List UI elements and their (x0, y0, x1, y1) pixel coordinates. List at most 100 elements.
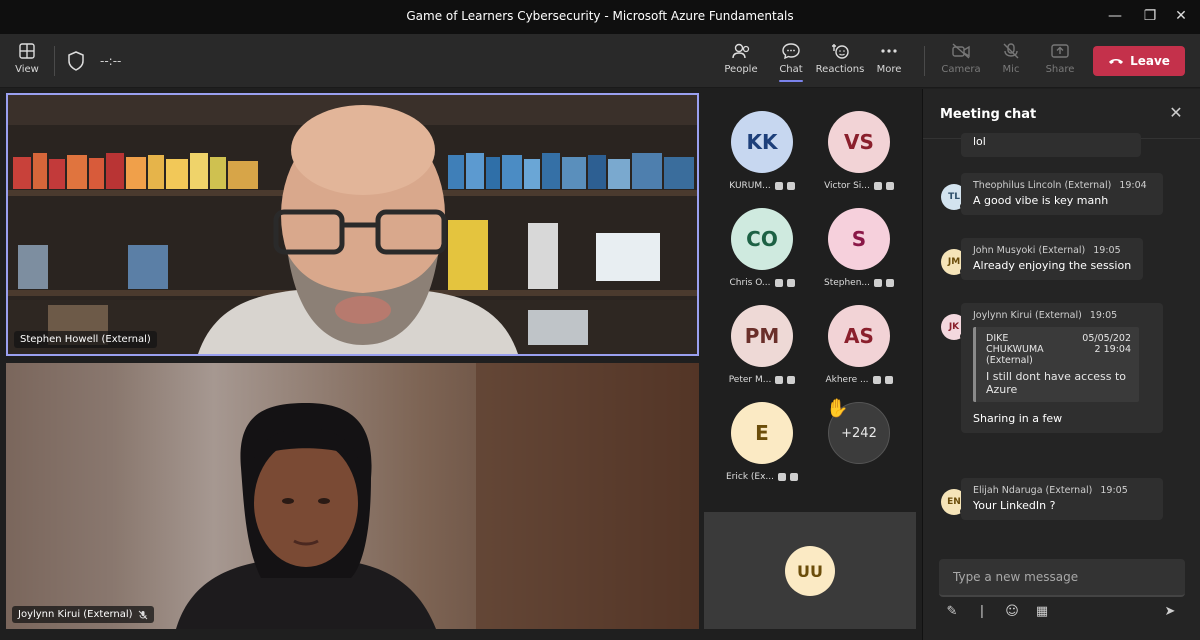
more-label: More (876, 64, 902, 75)
participant-tile-name: Peter M... (717, 375, 807, 385)
overflow-participants-tile[interactable]: +242 ✋ (814, 398, 904, 492)
avatar: PM (731, 305, 793, 367)
message-time: 19:05 (1093, 245, 1121, 256)
share-label: Share (1045, 64, 1075, 75)
message-time: 19:04 (1119, 180, 1147, 191)
video-stage: Stephen Howell (External) Joylynn Kirui … (0, 89, 922, 640)
message-time: 19:05 (1089, 310, 1118, 321)
participant-name: Joylynn Kirui (External) (18, 609, 133, 620)
participant-tile-name: Akhere ... (814, 375, 904, 385)
participant-tile[interactable]: VS Victor Si... (814, 111, 904, 201)
avatar: UU (785, 546, 835, 596)
people-button[interactable]: People (714, 42, 768, 75)
chat-message-text: A good vibe is key manh (973, 194, 1109, 207)
chat-icon (782, 43, 800, 60)
video-feed (8, 95, 697, 354)
sender-name: Theophilus Lincoln (External) (973, 180, 1112, 191)
reactions-label: Reactions (815, 64, 865, 75)
chat-message-text: Already enjoying the session (973, 259, 1132, 272)
mic-off-icon (886, 279, 895, 287)
participant-tile[interactable]: PM Peter M... (717, 305, 807, 395)
mic-off-icon (885, 182, 894, 190)
chat-message-text: lol (973, 135, 986, 148)
participant-tile[interactable]: CO Chris O... (717, 208, 807, 298)
participant-name: Stephen Howell (External) (20, 334, 151, 345)
camera-off-icon (874, 279, 883, 287)
toolbar-divider (924, 46, 925, 76)
chat-message: Theophilus Lincoln (External) 19:04 A goo… (961, 173, 1163, 215)
camera-button[interactable]: Camera (934, 42, 988, 75)
leave-label: Leave (1130, 54, 1170, 68)
camera-off-icon (872, 376, 881, 384)
avatar: E (731, 402, 793, 464)
mic-off-icon (1003, 43, 1019, 59)
toolbar-divider (54, 46, 55, 76)
format-icon[interactable]: ✎ (943, 603, 961, 621)
chat-message: Joylynn Kirui (External) 19:05 DIKE 05/05/… (961, 303, 1163, 433)
camera-off-icon (774, 182, 783, 190)
more-button[interactable]: More (862, 42, 916, 75)
sticker-icon[interactable]: ▦ (1033, 603, 1051, 621)
camera-off-icon (775, 376, 784, 384)
hang-up-icon (1109, 59, 1124, 64)
video-tile-stephen-howell[interactable]: Stephen Howell (External) (6, 93, 699, 356)
sender-name: John Musyoki (External) (973, 245, 1086, 256)
participant-tile-name: Stephen... (814, 278, 904, 288)
attach-icon[interactable]: ❘ (973, 603, 991, 621)
mic-button[interactable]: Mic (984, 42, 1038, 75)
mic-off-icon (787, 376, 796, 384)
close-icon[interactable]: ✕ (1167, 104, 1185, 122)
close-window-icon[interactable]: ✕ (1172, 7, 1190, 25)
camera-off-icon (952, 43, 970, 59)
quoted-text: I still dont have access to Azure (986, 370, 1127, 396)
send-icon[interactable]: ➤ (1161, 603, 1179, 621)
minimize-icon[interactable]: — (1106, 7, 1124, 25)
shield-icon[interactable] (66, 50, 86, 76)
participant-tile[interactable]: AS Akhere ... (814, 305, 904, 395)
avatar: VS (828, 111, 890, 173)
avatar: S (828, 208, 890, 270)
avatar: KK (731, 111, 793, 173)
compose-box[interactable] (939, 559, 1185, 597)
camera-off-icon (873, 182, 882, 190)
sender-name: Joylynn Kirui (External) (973, 310, 1082, 321)
mic-label: Mic (1002, 64, 1020, 75)
video-tile-joylynn-kirui[interactable]: Joylynn Kirui (External) (6, 363, 699, 629)
avatar: CO (731, 208, 793, 270)
chat-header: Meeting chat ✕ (923, 89, 1200, 139)
meeting-toolbar: View --:-- People Chat Reactions More Ca… (0, 34, 1200, 88)
video-name-tag: Stephen Howell (External) (14, 331, 157, 348)
chat-message-text: Sharing in a few (973, 412, 1063, 425)
raised-hand-icon: ✋ (826, 398, 849, 419)
emoji-icon[interactable]: ☺ (1003, 603, 1021, 621)
mic-off-icon (786, 279, 795, 287)
view-button[interactable]: View (0, 42, 54, 75)
meeting-timer: --:-- (100, 54, 122, 68)
chat-button[interactable]: Chat (764, 42, 818, 82)
title-bar: Game of Learners Cybersecurity - Microso… (0, 0, 1200, 34)
chat-message: lol (961, 133, 1141, 157)
video-feed (6, 363, 699, 629)
participant-tile-name: KURUM... (717, 181, 807, 191)
self-video-tile[interactable]: UU (704, 512, 916, 629)
share-button[interactable]: Share (1033, 42, 1087, 75)
leave-button[interactable]: Leave (1093, 46, 1185, 76)
quoted-reply[interactable]: DIKE 05/05/202 CHUKWUMA 2 19:04 (External)… (973, 327, 1139, 402)
view-label: View (15, 64, 39, 75)
more-icon (881, 49, 897, 53)
people-label: People (724, 64, 758, 75)
participant-tile-name: Victor Si... (814, 181, 904, 191)
camera-off-icon (774, 279, 783, 287)
camera-off-icon (778, 473, 786, 481)
mic-off-icon (884, 376, 893, 384)
video-name-tag: Joylynn Kirui (External) (12, 606, 154, 623)
mic-muted-icon (138, 610, 147, 619)
maximize-icon[interactable]: ❐ (1141, 7, 1159, 25)
participant-tile[interactable]: KK KURUM... (717, 111, 807, 201)
reactions-button[interactable]: Reactions (813, 42, 867, 75)
participant-tile[interactable]: S Stephen... (814, 208, 904, 298)
meeting-chat-panel: Meeting chat ✕ lol TL Theophilus Lincoln… (922, 89, 1200, 640)
participant-tile[interactable]: E Erick (Ex... (717, 402, 807, 492)
message-input[interactable] (939, 559, 1185, 595)
grid-icon (19, 43, 35, 59)
